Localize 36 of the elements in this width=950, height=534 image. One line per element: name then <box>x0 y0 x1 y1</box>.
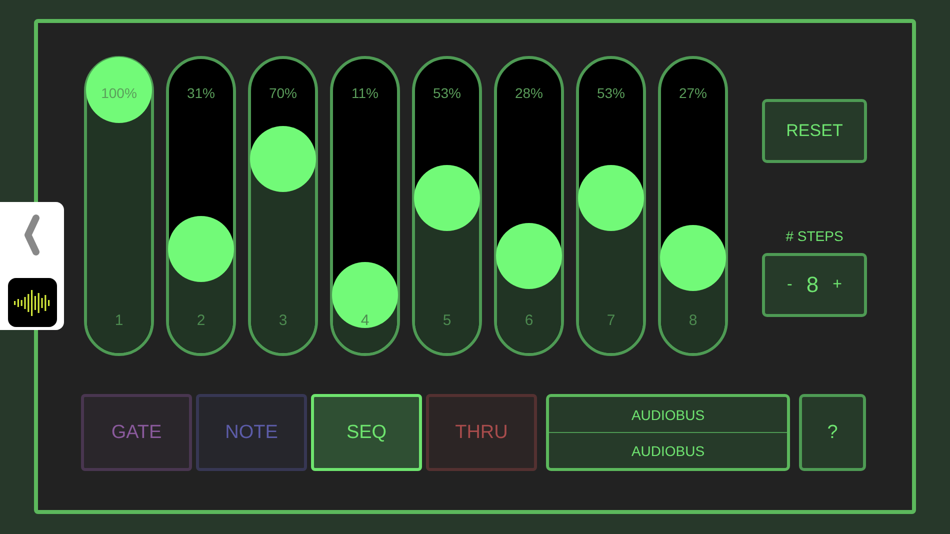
steps-label: # STEPS <box>786 228 844 244</box>
slider-reading: 28% <box>514 85 544 101</box>
slider-reading: 100% <box>100 85 138 101</box>
chevron-left-icon[interactable] <box>24 214 40 256</box>
slider-thumb[interactable] <box>332 262 398 328</box>
reset-button[interactable]: RESET <box>762 99 867 163</box>
waveform-app-icon[interactable] <box>8 278 56 327</box>
slider-reading: 53% <box>432 85 462 101</box>
slider-track[interactable]: 70% 3 <box>248 56 318 356</box>
step-number: 5 <box>442 312 452 329</box>
steps-value: 8 <box>806 272 819 298</box>
audiobus-button[interactable]: AUDIOBUS <box>549 433 787 468</box>
slider-thumb[interactable] <box>86 57 152 123</box>
step-number: 7 <box>606 312 616 329</box>
slider-reading: 70% <box>268 85 298 101</box>
slider-reading: 53% <box>596 85 626 101</box>
increment-button[interactable]: + <box>832 276 842 294</box>
step-number: 4 <box>360 312 370 329</box>
slider-reading: 31% <box>186 85 216 101</box>
slider-track[interactable]: 27% 8 <box>658 56 728 356</box>
slider-track[interactable]: 53% 7 <box>576 56 646 356</box>
slider-track[interactable]: 31% 2 <box>166 56 236 356</box>
slider-track[interactable]: 53% 5 <box>412 56 482 356</box>
slider-reading: 27% <box>678 85 708 101</box>
slider-reading: 11% <box>350 85 380 101</box>
step-number: 1 <box>114 312 124 329</box>
mode-button[interactable]: SEQ <box>311 394 422 471</box>
help-button[interactable]: ? <box>799 394 866 471</box>
slider-track[interactable]: 28% 6 <box>494 56 564 356</box>
decrement-button[interactable]: - <box>787 276 792 294</box>
step-number: 6 <box>524 312 534 329</box>
slider-track[interactable]: 11% 4 <box>330 56 400 356</box>
step-number: 8 <box>688 312 698 329</box>
audiobus-button[interactable]: AUDIOBUS <box>549 397 787 433</box>
step-number: 2 <box>196 312 206 329</box>
step-number: 3 <box>278 312 288 329</box>
